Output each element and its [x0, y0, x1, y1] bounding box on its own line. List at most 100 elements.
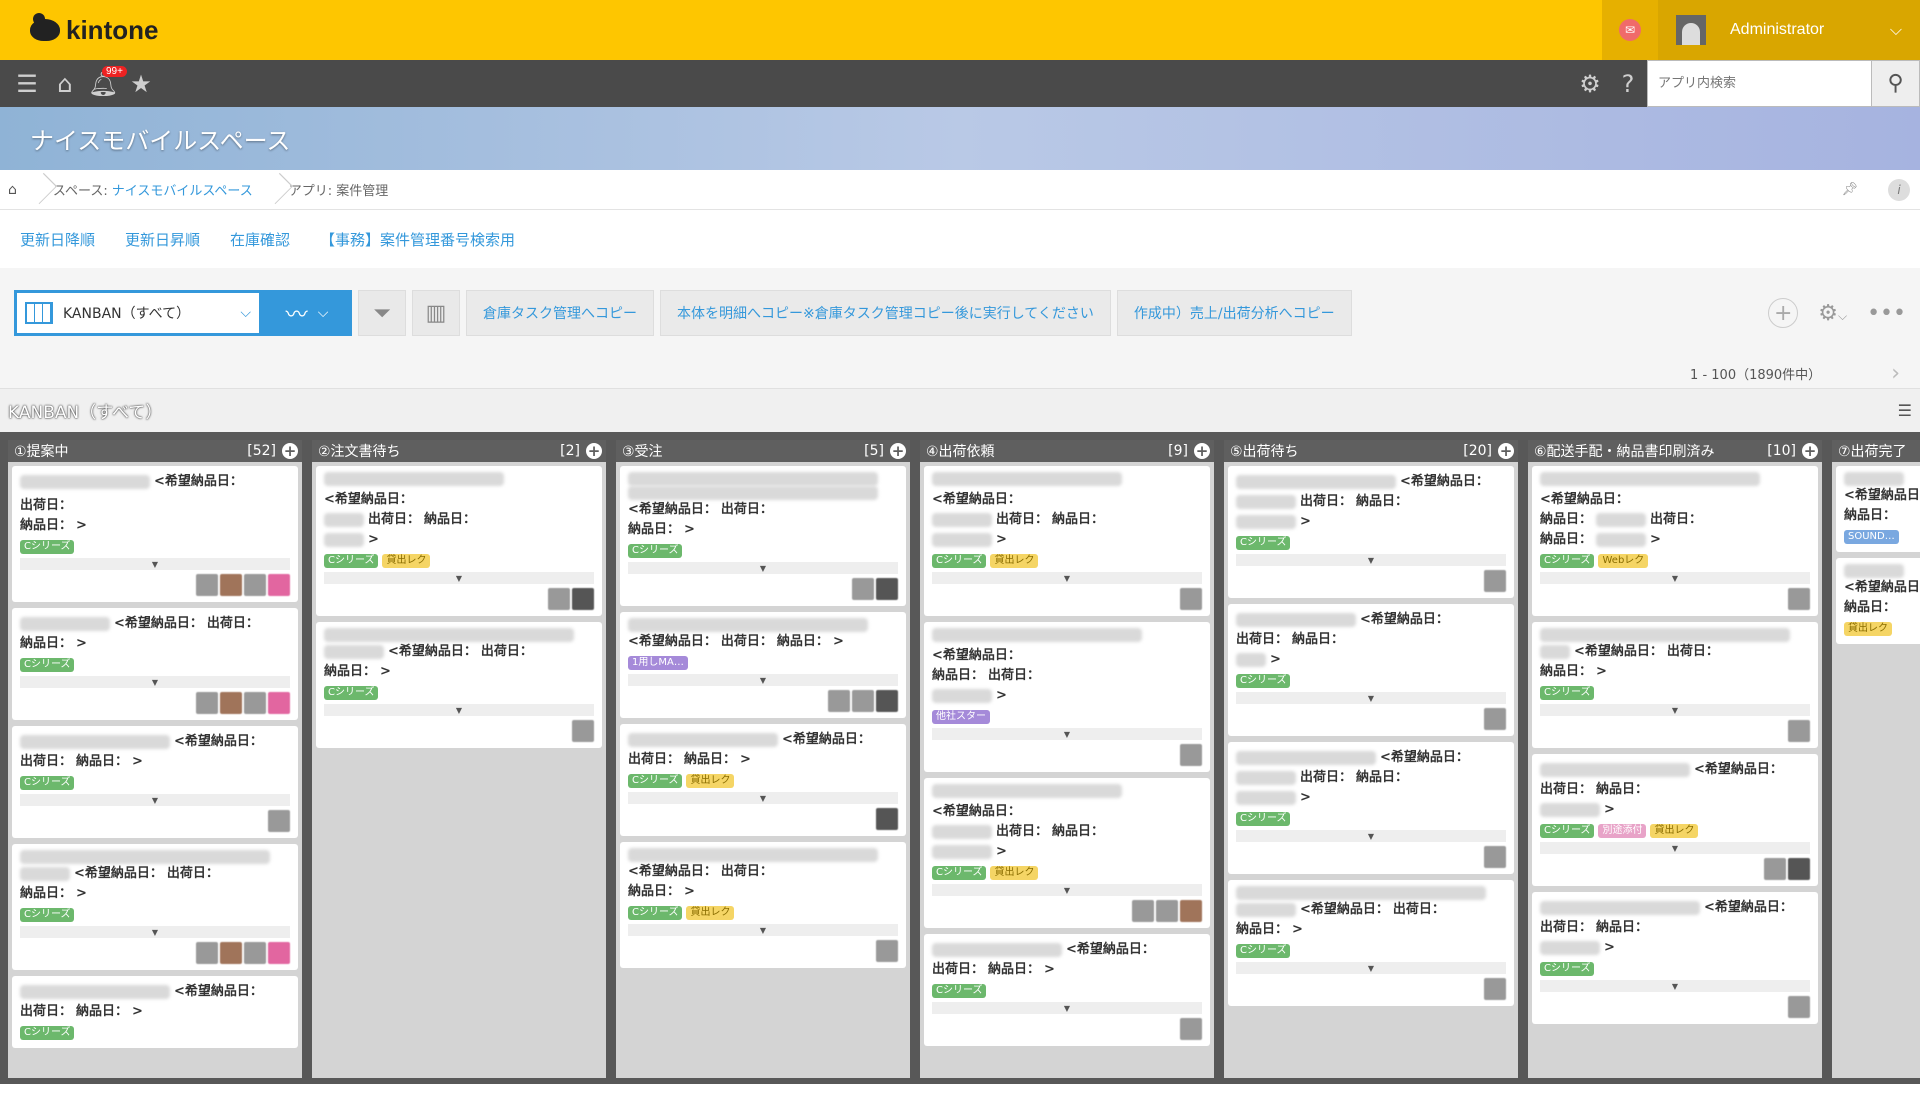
- graph-button[interactable]: ▥: [412, 290, 460, 336]
- tag: 貸出レク: [686, 774, 735, 788]
- kanban-card[interactable]: <希望納品日： 出荷日： 納品日： > Cシリーズ ▼: [1228, 466, 1514, 598]
- kanban-card[interactable]: <希望納品日： 出荷日： 納品日： > Cシリーズ ▼: [1532, 622, 1818, 748]
- expand-toggle[interactable]: ▼: [1236, 962, 1506, 974]
- gear-icon[interactable]: ⚙⌵: [1818, 301, 1847, 326]
- home-icon[interactable]: ⌂: [46, 60, 84, 107]
- expand-toggle[interactable]: ▼: [628, 674, 898, 686]
- expand-toggle[interactable]: ▼: [932, 1002, 1202, 1014]
- help-icon[interactable]: ?: [1609, 60, 1647, 107]
- info-icon[interactable]: i: [1888, 178, 1910, 201]
- star-icon[interactable]: ★: [122, 60, 160, 107]
- filter-button[interactable]: ⏷: [358, 290, 406, 336]
- tab-stock-check[interactable]: 在庫確認: [230, 229, 290, 250]
- copy-to-warehouse-button[interactable]: 倉庫タスク管理へコピー: [466, 290, 654, 336]
- kanban-card[interactable]: <希望納品日： 出荷日： 納品日： > Cシリーズ ▼: [12, 726, 298, 838]
- breadcrumb-separator: [269, 170, 279, 210]
- kanban-card[interactable]: <希望納品日： 出荷日： 納品日： > Cシリーズ ▼: [12, 844, 298, 970]
- kanban-card[interactable]: <希望納品日： 出荷日： 納品日： > Cシリーズ 貸出レク ▼: [924, 778, 1210, 928]
- expand-toggle[interactable]: ▼: [628, 562, 898, 574]
- expand-toggle[interactable]: ▼: [1236, 692, 1506, 704]
- expand-toggle[interactable]: ▼: [1540, 980, 1810, 992]
- kanban-card[interactable]: <希望納品日： 出荷日： 納品日： > Cシリーズ 貸出レク ▼: [620, 842, 906, 968]
- user-name: Administrator: [1730, 21, 1825, 38]
- kanban-card[interactable]: <希望納品日： 出荷日： 納品日： > Cシリーズ 貸出レク ▼: [924, 466, 1210, 616]
- expand-toggle[interactable]: ▼: [932, 572, 1202, 584]
- expand-toggle[interactable]: ▼: [324, 704, 594, 716]
- column-count: [5]: [864, 443, 884, 459]
- copy-to-detail-button[interactable]: 本体を明細へコピー※倉庫タスク管理コピー後に実行してください: [660, 290, 1111, 336]
- expand-toggle[interactable]: ▼: [324, 572, 594, 584]
- column-title: ②注文書待ち: [318, 444, 401, 460]
- kanban-card[interactable]: <希望納品日： 出荷日： 納品日： > Cシリーズ ▼: [12, 466, 298, 602]
- kanban-card[interactable]: <希望納品日： 出荷日： 納品日： > Cシリーズ: [12, 976, 298, 1048]
- notification-mail-button[interactable]: ✉: [1602, 0, 1658, 60]
- menu-icon[interactable]: ☰: [1898, 401, 1912, 420]
- add-card-icon[interactable]: +: [890, 443, 906, 459]
- chevron-down-icon: ⌵: [317, 305, 329, 321]
- kanban-column: ⑤出荷待ち [20] + <希望納品日： 出荷日： 納品日： > Cシリーズ ▼ …: [1224, 440, 1518, 1078]
- tag: 貸出レク: [990, 866, 1039, 880]
- add-card-icon[interactable]: +: [1194, 443, 1210, 459]
- tag: Cシリーズ: [932, 866, 987, 880]
- graph-select-button[interactable]: 〰 ⌵: [262, 290, 352, 336]
- expand-toggle[interactable]: ▼: [628, 924, 898, 936]
- gear-icon[interactable]: ⚙: [1571, 60, 1609, 107]
- tab-case-search[interactable]: 【事務】案件管理番号検索用: [320, 229, 515, 250]
- avatar: [1676, 15, 1706, 45]
- expand-toggle[interactable]: ▼: [1540, 704, 1810, 716]
- tab-updated-asc[interactable]: 更新日昇順: [125, 229, 200, 250]
- kanban-card[interactable]: <希望納品日： 出荷日： 納品日： > Cシリーズ ▼: [12, 608, 298, 720]
- line-chart-icon: 〰: [285, 303, 308, 328]
- breadcrumb-space-label: スペース:: [52, 184, 108, 199]
- add-card-icon[interactable]: +: [1498, 443, 1514, 459]
- breadcrumb-space-link[interactable]: ナイスモバイルスペース: [112, 180, 253, 199]
- expand-toggle[interactable]: ▼: [1540, 572, 1810, 584]
- bell-icon[interactable]: 🔔︎ 99+: [84, 60, 127, 107]
- copy-to-sales-button[interactable]: 作成中）売上/出荷分析へコピー: [1116, 290, 1352, 336]
- add-card-icon[interactable]: +: [586, 443, 602, 459]
- search-icon[interactable]: ⚲: [1872, 60, 1920, 107]
- column-header: ④出荷依頼 [9] +: [920, 440, 1214, 462]
- expand-toggle[interactable]: ▼: [1540, 842, 1810, 854]
- expand-toggle[interactable]: ▼: [1236, 554, 1506, 566]
- kanban-card[interactable]: <希望納品日： 出荷日： 納品日： > Cシリーズ ▼: [1228, 604, 1514, 736]
- app-search-input[interactable]: [1647, 60, 1872, 107]
- kanban-card[interactable]: <希望納品日： 納品日： 出荷日： 納品日： > Cシリーズ Webレク ▼: [1532, 466, 1818, 616]
- kanban-card[interactable]: <希望納品日： 納品日： 貸出レク: [1836, 558, 1920, 644]
- more-icon[interactable]: •••: [1867, 301, 1906, 326]
- menu-icon[interactable]: ☰: [8, 60, 46, 107]
- add-card-icon[interactable]: +: [1802, 443, 1818, 459]
- expand-toggle[interactable]: ▼: [20, 794, 290, 806]
- kanban-card[interactable]: <希望納品日： 出荷日： 納品日： > Cシリーズ ▼: [1228, 742, 1514, 874]
- kanban-card[interactable]: <希望納品日： 出荷日： 納品日： > Cシリーズ ▼: [924, 934, 1210, 1046]
- kanban-card[interactable]: <希望納品日： 納品日： SOUND…: [1836, 466, 1920, 552]
- add-record-button[interactable]: +: [1768, 298, 1799, 328]
- kanban-card[interactable]: <希望納品日： 出荷日： 納品日： > 1用しMA… ▼: [620, 612, 906, 718]
- chevron-down-icon: ⌵: [1889, 20, 1902, 39]
- pager-info: 1 - 100（1890件中）: [1690, 367, 1822, 383]
- view-select[interactable]: KANBAN（すべて） ⌵: [14, 290, 262, 336]
- kanban-card[interactable]: <希望納品日： 出荷日： 納品日： > Cシリーズ 貸出レク ▼: [620, 724, 906, 836]
- add-card-icon[interactable]: +: [282, 443, 298, 459]
- expand-toggle[interactable]: ▼: [932, 884, 1202, 896]
- user-menu[interactable]: Administrator ⌵: [1658, 0, 1920, 60]
- tab-updated-desc[interactable]: 更新日降順: [20, 229, 95, 250]
- kanban-card[interactable]: <希望納品日： 出荷日： 納品日： > Cシリーズ 別途添付 貸出レク ▼: [1532, 754, 1818, 886]
- column-header: ⑤出荷待ち [20] +: [1224, 440, 1518, 462]
- kanban-card[interactable]: <希望納品日： 出荷日： 納品日： > Cシリーズ 貸出レク ▼: [316, 466, 602, 616]
- kanban-card[interactable]: <希望納品日： 出荷日： 納品日： > Cシリーズ ▼: [620, 466, 906, 606]
- expand-toggle[interactable]: ▼: [628, 792, 898, 804]
- kintone-logo[interactable]: kintone: [0, 13, 158, 46]
- pin-icon[interactable]: 📌︎: [1841, 182, 1858, 197]
- expand-toggle[interactable]: ▼: [20, 676, 290, 688]
- column-header: ⑦出荷完了: [1832, 440, 1920, 462]
- next-page-icon[interactable]: ›: [1891, 361, 1900, 386]
- kanban-card[interactable]: <希望納品日： 出荷日： 納品日： > Cシリーズ ▼: [1532, 892, 1818, 1024]
- kanban-card[interactable]: <希望納品日： 出荷日： 納品日： > Cシリーズ ▼: [1228, 880, 1514, 1006]
- expand-toggle[interactable]: ▼: [932, 728, 1202, 740]
- expand-toggle[interactable]: ▼: [20, 558, 290, 570]
- expand-toggle[interactable]: ▼: [20, 926, 290, 938]
- kanban-card[interactable]: <希望納品日： 出荷日： 納品日： > Cシリーズ ▼: [316, 622, 602, 748]
- expand-toggle[interactable]: ▼: [1236, 830, 1506, 842]
- kanban-card[interactable]: <希望納品日： 納品日： 出荷日： > 他社スター ▼: [924, 622, 1210, 772]
